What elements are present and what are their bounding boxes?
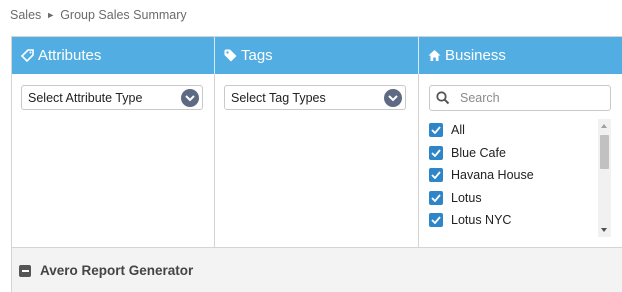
list-item-label: Blue Cafe — [451, 145, 506, 160]
filter-panel: Attributes Tags Business Select Attribut… — [11, 36, 622, 292]
report-generator-title: Avero Report Generator — [40, 263, 194, 278]
list-item-label: Havana House — [451, 168, 534, 183]
business-cell: All Blue Cafe Havana House Lotus Lotus N… — [419, 74, 622, 247]
tags-header: Tags — [215, 37, 419, 74]
list-item-label: Lotus — [451, 190, 482, 205]
list-scrollbar[interactable] — [598, 119, 611, 237]
chevron-down-icon[interactable] — [181, 89, 199, 107]
tag-icon — [224, 49, 237, 62]
home-icon — [428, 49, 441, 62]
list-item-label: Lotus NYC — [451, 213, 512, 228]
tags-title: Tags — [241, 47, 273, 64]
list-item[interactable]: Blue Cafe — [429, 142, 611, 165]
breadcrumb: Sales ► Group Sales Summary — [10, 8, 187, 22]
scrollbar-thumb[interactable] — [600, 135, 609, 169]
attributes-title: Attributes — [38, 47, 102, 64]
business-search[interactable] — [429, 85, 611, 111]
attribute-type-select[interactable]: Select Attribute Type — [21, 85, 203, 110]
business-list: All Blue Cafe Havana House Lotus Lotus N… — [429, 119, 611, 237]
list-item[interactable]: Lotus NYC — [429, 209, 611, 232]
search-input[interactable] — [460, 91, 600, 105]
list-item-label: All — [451, 123, 465, 138]
attributes-header: Attributes — [12, 37, 215, 74]
panel-body: Select Attribute Type Select Tag Types S… — [12, 74, 622, 247]
tag-pencil-icon — [21, 49, 34, 62]
attribute-type-select-value: Select Attribute Type — [28, 90, 143, 105]
checkbox-checked-icon[interactable] — [429, 213, 443, 228]
list-item[interactable]: Havana House — [429, 164, 611, 187]
checkbox-checked-icon[interactable] — [429, 145, 443, 160]
tag-types-select[interactable]: Select Tag Types — [224, 85, 406, 110]
report-generator-section[interactable]: Avero Report Generator — [12, 247, 622, 292]
checkbox-checked-icon[interactable] — [429, 123, 443, 138]
search-icon — [436, 91, 450, 105]
scroll-up-arrow-icon[interactable] — [601, 124, 607, 128]
list-item[interactable]: Lotus — [429, 187, 611, 210]
minus-square-icon[interactable] — [19, 264, 31, 277]
business-title: Business — [445, 47, 506, 64]
breadcrumb-parent[interactable]: Sales — [10, 8, 41, 22]
checkbox-checked-icon[interactable] — [429, 190, 443, 205]
attributes-cell: Select Attribute Type — [12, 74, 215, 247]
checkbox-checked-icon[interactable] — [429, 168, 443, 183]
breadcrumb-current: Group Sales Summary — [60, 8, 187, 22]
scroll-down-arrow-icon[interactable] — [601, 228, 607, 232]
tags-cell: Select Tag Types — [215, 74, 419, 247]
list-item[interactable]: All — [429, 119, 611, 142]
tag-types-select-value: Select Tag Types — [231, 90, 326, 105]
panel-header: Attributes Tags Business — [12, 37, 622, 74]
chevron-down-icon[interactable] — [384, 89, 402, 107]
business-header: Business — [419, 37, 622, 74]
breadcrumb-separator: ► — [46, 10, 56, 20]
